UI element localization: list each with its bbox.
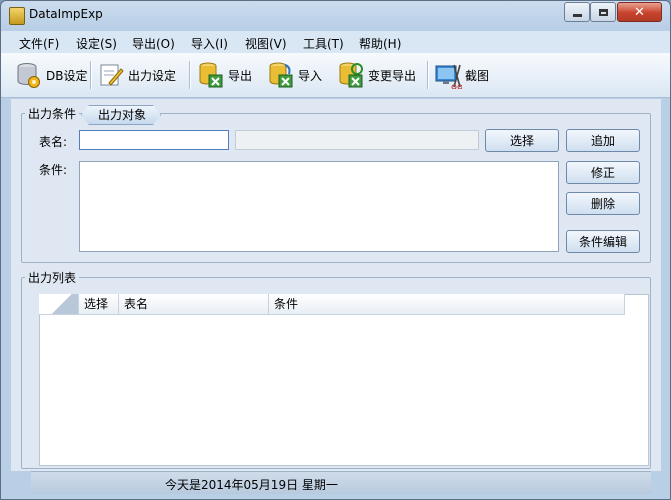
table-name-input[interactable]: [79, 130, 229, 150]
status-date-text: 今天是2014年05月19日 星期一: [165, 478, 338, 492]
modify-button[interactable]: 修正: [566, 161, 640, 184]
output-list-group-title: 出力列表: [25, 269, 80, 286]
screen-scissors-icon: [435, 64, 462, 89]
add-button[interactable]: 追加: [566, 129, 640, 152]
menu-export[interactable]: 导出(O): [132, 35, 175, 52]
close-button[interactable]: ✕: [617, 2, 662, 22]
import-label: 导入: [298, 68, 323, 83]
output-list-header: 选择 表名 条件: [39, 294, 625, 315]
toolbar: DB设定 出力设定 导出 导入 变更导出 截图: [1, 53, 670, 98]
column-header-condition[interactable]: 条件: [269, 294, 625, 314]
app-window: DataImpExp ✕ 文件(F) 设定(S) 导出(O) 导入(I) 视图(…: [0, 0, 671, 500]
output-list-grid[interactable]: [39, 294, 649, 466]
table-name-display: [235, 130, 479, 150]
export-button[interactable]: 导出: [197, 59, 252, 91]
select-all-corner[interactable]: [39, 294, 79, 314]
change-export-label: 变更导出: [368, 68, 417, 83]
status-bar: 今天是2014年05月19日 星期一: [31, 471, 651, 494]
menu-settings[interactable]: 设定(S): [76, 35, 117, 52]
title-bar: DataImpExp ✕: [1, 1, 670, 29]
menu-view[interactable]: 视图(V): [245, 35, 287, 52]
database-gear-icon: [17, 63, 40, 88]
import-button[interactable]: 导入: [267, 59, 322, 91]
menu-tools[interactable]: 工具(T): [303, 35, 344, 52]
edit-condition-button[interactable]: 条件编辑: [566, 230, 640, 253]
output-settings-label: 出力设定: [128, 68, 177, 83]
minimize-button[interactable]: [564, 2, 590, 22]
menu-help[interactable]: 帮助(H): [359, 35, 401, 52]
app-logo-icon: [9, 7, 25, 25]
output-settings-button[interactable]: 出力设定: [97, 59, 176, 91]
screenshot-label: 截图: [465, 68, 490, 83]
condition-textarea[interactable]: [79, 161, 559, 252]
select-button[interactable]: 选择: [485, 129, 559, 152]
edit-document-icon: [100, 64, 124, 86]
close-icon: ✕: [634, 4, 645, 20]
screenshot-button[interactable]: 截图: [434, 59, 489, 91]
database-excel-import-icon: [269, 62, 293, 88]
conditions-group-title: 出力条件: [25, 105, 80, 122]
toolbar-separator: [90, 61, 92, 89]
condition-label: 条件:: [39, 163, 68, 177]
column-header-select[interactable]: 选择: [79, 294, 119, 314]
toolbar-separator: [427, 61, 429, 89]
menu-file[interactable]: 文件(F): [19, 35, 59, 52]
table-name-label: 表名:: [39, 135, 68, 149]
menu-import[interactable]: 导入(I): [191, 35, 228, 52]
db-settings-button[interactable]: DB设定: [15, 59, 87, 91]
window-title: DataImpExp: [29, 7, 103, 21]
toolbar-separator: [189, 61, 191, 89]
menu-bar: 文件(F) 设定(S) 导出(O) 导入(I) 视图(V) 工具(T) 帮助(H…: [1, 31, 670, 53]
database-excel-export-icon: [199, 62, 223, 88]
tab-output-target[interactable]: 出力对象: [81, 105, 161, 125]
column-header-table-name[interactable]: 表名: [119, 294, 269, 314]
minimize-icon: [572, 13, 582, 17]
change-export-button[interactable]: 变更导出: [337, 59, 416, 91]
delete-button[interactable]: 删除: [566, 192, 640, 215]
database-refresh-export-icon: [339, 62, 363, 88]
maximize-button[interactable]: [590, 2, 616, 22]
export-label: 导出: [228, 68, 253, 83]
db-settings-label: DB设定: [46, 68, 88, 83]
maximize-icon: [598, 8, 608, 16]
